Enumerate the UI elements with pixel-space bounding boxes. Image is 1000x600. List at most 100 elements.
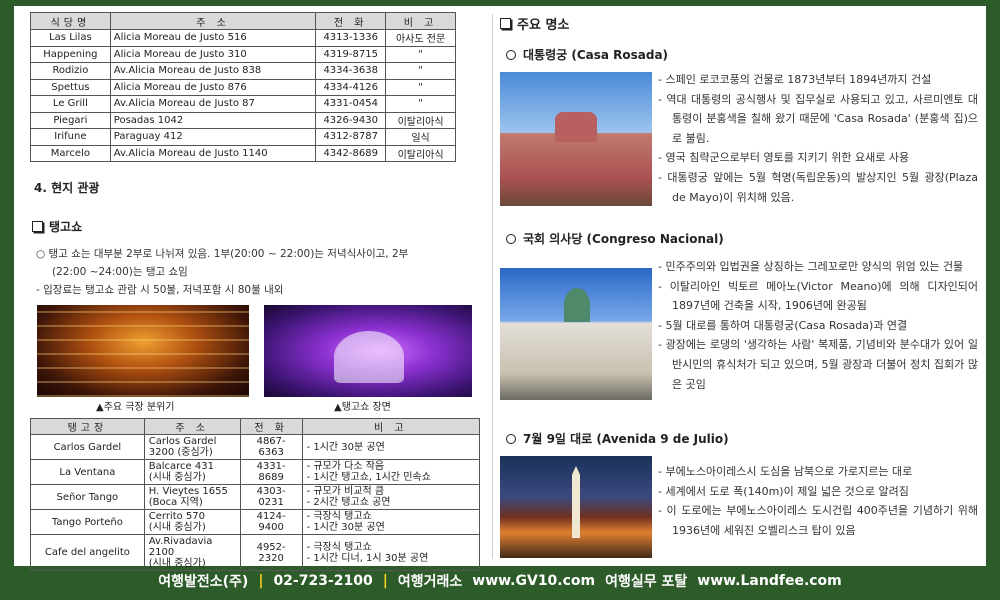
address-line: (시내 중심가) [148,472,206,483]
sight-title-text: 대통령궁 (Casa Rosada) [523,48,669,62]
table-row: Spettus Alicia Moreau de Justo 876 4334-41… [30,78,456,96]
restaurant-address: Alicia Moreau de Justo 516 [109,29,317,47]
note-line: - 1시간 탱고쇼, 1시간 민속쇼 [306,472,431,483]
restaurant-note: " [385,78,456,96]
sight-title: 국회 의사당 (Congreso Nacional) [506,230,724,247]
restaurant-name: Piegari [30,111,111,129]
restaurant-name: Happening [30,45,111,63]
col-header: 전 화 [239,418,303,435]
bullet-line: - 5월 대로를 통하여 대통령궁(Casa Rosada)과 연결 [658,318,908,332]
sight-title-text: 국회 의사당 (Congreso Nacional) [523,232,724,246]
restaurant-phone: 4326-9430 [315,111,387,129]
restaurant-name: Las Lilas [30,29,111,47]
tango-heading-label: 탱고쇼 [49,220,83,234]
address-line: Carlos Gardel [148,436,217,447]
sights-column: 주요 명소 대통령궁 (Casa Rosada) - 스페인 로코코풍의 건물로… [500,6,980,566]
address-line: 3200 (중심가) [148,447,213,458]
bullet-line: - 부에노스아이레스시 도심을 남북으로 가로지르는 대로 [658,465,913,478]
restaurant-table: 식당명 주 소 전 화 비 고 Las Lilas Alicia Moreau d… [30,12,456,162]
footer-company: 여행발전소(주) [158,574,249,590]
intro-line: ○ 탱고 쇼는 대부분 2부로 나뉘져 있음. 1부(20:00 ~ 22:00… [36,248,409,260]
circle-bullet-icon [506,50,516,60]
venue-note: - 규모가 비교적 큼- 2시간 탱고쇼 공연 [301,484,481,510]
bullet-line: - 이탈리아인 빅토르 메아노(Victor Meano)에 의해 디자인되어 … [658,279,978,313]
footer-bar: 여행발전소(주) | 02-723-2100 | 여행거래소 www.GV10.… [0,568,1000,594]
footer-market: 여행거래소 [397,574,463,590]
tango-heading: 탱고쇼 [32,218,82,235]
restaurant-name: Marcelo [30,144,111,162]
column-divider [492,14,493,559]
address-line: (Boca 지역) [148,497,203,508]
table-row: Cafe del angelito Av.Rivadavia 2100 (시내 중심… [30,534,481,571]
address-line: Balcarce 431 [148,461,214,472]
restaurant-phone: 4334-3638 [315,62,387,80]
tango-venue-table: 탱고장 주 소 전 화 비 고 Carlos Gardel Carlos Gar… [30,418,481,571]
restaurant-note: " [385,45,456,63]
bullet-line: - 세계에서 도로 폭(140m)이 제일 넓은 것으로 알려짐 [658,484,909,498]
footer-link[interactable]: www.GV10.com [472,573,595,589]
table-row: Señor Tango H. Vieytes 1655 (Boca 지역) 430… [30,484,481,510]
note-line: - 극장식 탱고쇼 [306,511,372,522]
table-row: Irifune Paraguay 412 4312-8787 일식 [30,128,456,146]
venue-phone: 4867-6363 [239,434,303,460]
address-line: 2100 [148,547,175,558]
venue-name: Tango Porteño [30,509,145,535]
table-row: Las Lilas Alicia Moreau de Justo 516 4313-… [30,29,456,47]
table-header-row: 탱고장 주 소 전 화 비 고 [30,418,481,435]
restaurant-phone: 4319-8715 [315,45,387,63]
restaurant-note: 아사도 전문 [385,29,456,47]
venue-phone: 4952-2320 [239,534,303,571]
sights-heading-label: 주요 명소 [517,18,570,33]
venue-phone: 4331-8689 [239,459,303,485]
sight-description: - 부에노스아이레스시 도심을 남북으로 가로지르는 대로 - 세계에서 도로 … [658,462,978,540]
note-line: - 규모가 비교적 큼 [306,486,385,497]
col-header: 전 화 [315,12,387,30]
restaurant-name: Rodizio [30,62,111,80]
col-header: 식당명 [30,12,111,30]
address-line: H. Vieytes 1655 [148,486,228,497]
restaurant-note: " [385,62,456,80]
note-line: - 2시간 탱고쇼 공연 [306,497,391,508]
note-line: - 1시간 30분 공연 [306,441,385,453]
restaurant-phone: 4312-8787 [315,128,387,146]
intro-line: - 입장료는 탱고쇼 관람 시 50불, 저녁포함 시 80불 내외 [36,284,284,296]
bullet-line: - 이 도로에는 부에노스아이레스 도시건립 400주년을 기념하기 위해 19… [658,504,978,537]
col-header: 주 소 [143,418,241,435]
table-row: Rodizio Av.Alicia Moreau de Justo 838 4334… [30,62,456,80]
table-row: Happening Alicia Moreau de Justo 310 4319-… [30,45,456,63]
photo-caption: ▲주요 극장 분위기 [96,402,175,413]
bullet-line: - 광장에는 로댕의 '생각하는 사람' 복제품, 기념비와 분수대가 있어 일… [658,338,978,391]
circle-bullet-icon [506,434,516,444]
section-title: 4. 현지 관광 [34,181,100,195]
sight-title: 7월 9일 대로 (Avenida 9 de Julio) [506,430,729,447]
address-line: Av.Rivadavia [148,536,213,547]
sights-heading: 주요 명소 [500,14,569,33]
congress-photo [500,268,652,400]
restaurant-phone: 4331-0454 [315,95,387,113]
casa-rosada-photo [500,72,652,206]
restaurant-address: Av.Alicia Moreau de Justo 838 [109,62,317,80]
col-header: 탱고장 [30,418,145,435]
restaurant-name: Irifune [30,128,111,146]
col-header: 비 고 [301,418,481,435]
col-header: 주 소 [109,12,317,30]
footer-link[interactable]: www.Landfee.com [697,573,841,589]
restaurant-address: Av.Alicia Moreau de Justo 1140 [109,144,317,162]
document-page: 식당명 주 소 전 화 비 고 Las Lilas Alicia Moreau d… [14,6,986,571]
restaurant-note: 이탈리아식 [385,111,456,129]
venue-note: - 규모가 다소 작음 - 1시간 탱고쇼, 1시간 민속쇼 [301,459,481,485]
table-header-row: 식당명 주 소 전 화 비 고 [30,12,456,30]
restaurant-address: Paraguay 412 [109,128,317,146]
circle-bullet-icon [506,234,516,244]
footer-separator: | [258,573,264,589]
footer-phone: 02-723-2100 [273,573,373,589]
venue-address: Carlos Gardel 3200 (중심가) [143,434,241,460]
intro-line: (22:00 ~24:00)는 탱고 쇼임 [52,266,188,278]
restaurant-address: Alicia Moreau de Justo 876 [109,78,317,96]
restaurant-address: Alicia Moreau de Justo 310 [109,45,317,63]
address-line: (시내 중심가) [148,522,206,533]
bullet-line: - 스페인 로코코풍의 건물로 1873년부터 1894년까지 건설 [658,73,932,86]
venue-name: La Ventana [30,459,145,485]
restaurant-note: " [385,95,456,113]
note-line: - 1시간 30분 공연 [306,522,385,533]
